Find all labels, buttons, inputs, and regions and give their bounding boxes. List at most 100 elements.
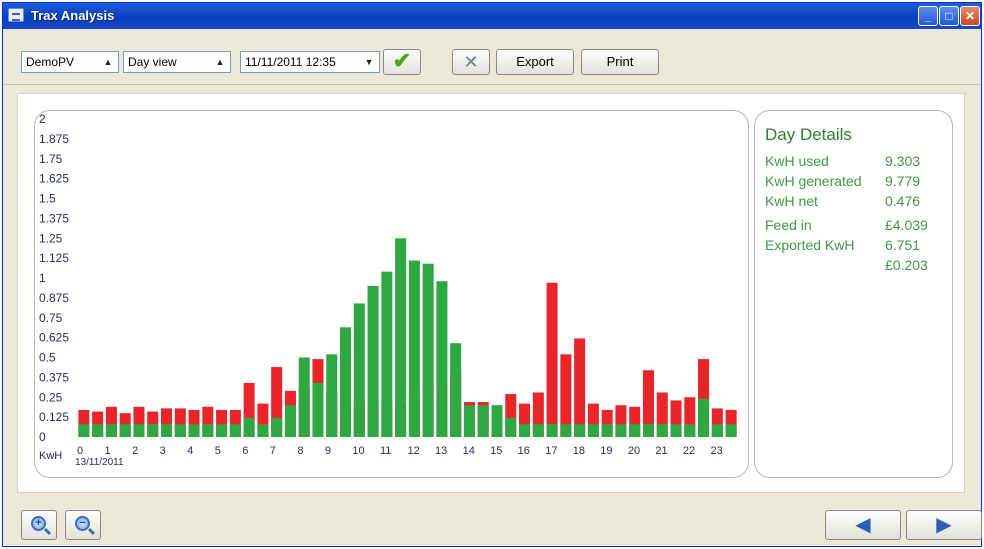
detail-label: KwH net xyxy=(765,193,818,209)
bar-generated xyxy=(519,424,531,437)
energy-bar-chart: 0 0.125 0.25 0.375 0.5 0.625 0.75 0.875 1 1.125 1.… xyxy=(39,112,737,468)
x-tick-label: 21 xyxy=(655,445,667,457)
y-tick-label: 2 xyxy=(39,112,46,126)
x-tick-label: 19 xyxy=(600,445,612,457)
x-tick-label: 11 xyxy=(380,445,391,457)
datetime-value: 11/11/2011 12:35 xyxy=(245,55,336,69)
y-tick-label: 0.5 xyxy=(39,351,56,365)
x-tick-label: 13 xyxy=(435,445,447,457)
bar-generated xyxy=(161,424,173,437)
app-window: Trax Analysis _ □ ✕ DemoPV ▲ Day view ▲ … xyxy=(2,2,982,547)
y-tick-label: 1.25 xyxy=(39,231,63,245)
bar-used xyxy=(574,338,586,437)
bar-generated xyxy=(353,303,365,437)
bar-generated xyxy=(463,405,475,437)
bar-generated xyxy=(725,424,737,437)
previous-button[interactable]: ◀ xyxy=(825,510,901,540)
x-tick-label: 1 xyxy=(105,445,111,457)
bar-generated xyxy=(670,424,682,437)
x-tick-label: 3 xyxy=(160,445,166,457)
y-tick-label: 1 xyxy=(39,271,46,285)
check-icon: ✔ xyxy=(392,48,412,73)
detail-value: 0.476 xyxy=(885,193,921,209)
x-tick-label: 9 xyxy=(325,445,331,457)
chart-panel: 0 0.125 0.25 0.375 0.5 0.625 0.75 0.875 1 1.125 1.… xyxy=(34,110,749,478)
detail-label: KwH used xyxy=(765,153,829,169)
view-select[interactable]: Day view ▲ xyxy=(123,51,231,73)
zoom-out-button[interactable]: − xyxy=(65,510,101,540)
bar-generated xyxy=(243,417,255,437)
app-icon xyxy=(8,8,24,22)
bar-generated xyxy=(601,424,613,437)
zoom-in-icon: + xyxy=(31,516,46,531)
next-button[interactable]: ▶ xyxy=(906,510,982,540)
x-tick-label: 18 xyxy=(573,445,585,457)
bar-generated xyxy=(450,343,462,437)
bar-generated xyxy=(587,424,599,437)
bar-generated xyxy=(312,382,324,437)
confirm-button[interactable]: ✔ xyxy=(383,49,421,75)
x-tick-label: 14 xyxy=(463,445,475,457)
print-button[interactable]: Print xyxy=(581,49,659,75)
bar-generated xyxy=(284,405,296,437)
export-button[interactable]: Export xyxy=(496,49,574,75)
bar-generated xyxy=(381,271,393,437)
bar-generated xyxy=(271,417,283,437)
bar-generated xyxy=(698,398,710,437)
bar-generated xyxy=(395,238,407,437)
minimize-icon[interactable]: _ xyxy=(918,6,938,26)
arrow-right-icon: ▶ xyxy=(936,514,952,536)
x-tick-label: 5 xyxy=(215,445,221,457)
y-tick-label: 0.125 xyxy=(39,410,69,424)
bar-used xyxy=(546,282,558,437)
bar-generated xyxy=(78,424,90,437)
detail-value: £0.203 xyxy=(885,257,928,273)
y-tick-label: 1.75 xyxy=(39,152,63,166)
y-tick-label: 0.375 xyxy=(39,370,69,384)
x-tick-label: 22 xyxy=(683,445,695,457)
x-tick-label: 12 xyxy=(408,445,420,457)
title-bar[interactable]: Trax Analysis _ □ ✕ xyxy=(3,3,981,29)
toolbar: DemoPV ▲ Day view ▲ 11/11/2011 12:35 ▼ ✔… xyxy=(3,29,981,85)
x-tick-label: 8 xyxy=(297,445,303,457)
window-title: Trax Analysis xyxy=(31,8,115,23)
day-details-panel: Day Details KwH used 9.303 KwH generated… xyxy=(754,110,953,478)
bar-generated xyxy=(174,424,186,437)
bar-generated xyxy=(491,405,503,437)
y-tick-label: 1.375 xyxy=(39,211,69,225)
bar-generated xyxy=(408,260,420,437)
bar-generated xyxy=(188,424,200,437)
x-tick-label: 0 xyxy=(77,445,83,457)
x-tick-label: 15 xyxy=(490,445,502,457)
y-axis-label: KwH xyxy=(39,450,62,462)
bar-generated xyxy=(216,424,228,437)
y-tick-label: 1.5 xyxy=(39,192,56,206)
bar-generated xyxy=(436,281,448,437)
tools-icon: ✕ xyxy=(463,52,479,72)
datetime-select[interactable]: 11/11/2011 12:35 ▼ xyxy=(240,51,380,73)
maximize-icon[interactable]: □ xyxy=(939,6,959,26)
bar-generated xyxy=(711,424,723,437)
x-tick-label: 10 xyxy=(352,445,364,457)
x-tick-label: 2 xyxy=(132,445,138,457)
bar-generated xyxy=(560,424,572,437)
bar-generated xyxy=(257,424,269,437)
bar-generated xyxy=(505,417,517,437)
settings-button[interactable]: ✕ xyxy=(452,49,490,75)
x-tick-label: 6 xyxy=(242,445,248,457)
updown-icon: ▲ xyxy=(215,57,225,67)
bar-generated xyxy=(532,424,544,437)
bar-generated xyxy=(298,357,310,437)
zoom-in-button[interactable]: + xyxy=(21,510,57,540)
bar-generated xyxy=(367,285,379,437)
updown-icon: ▲ xyxy=(103,57,113,67)
close-icon[interactable]: ✕ xyxy=(960,6,980,26)
content-area: 0 0.125 0.25 0.375 0.5 0.625 0.75 0.875 1 1.125 1.… xyxy=(17,93,965,493)
detail-label: KwH generated xyxy=(765,173,862,189)
bar-generated xyxy=(656,424,668,437)
x-tick-label: 17 xyxy=(545,445,557,457)
detail-value: 6.751 xyxy=(885,237,921,253)
bar-generated xyxy=(105,424,117,437)
site-select[interactable]: DemoPV ▲ xyxy=(21,51,119,73)
x-tick-label: 20 xyxy=(628,445,640,457)
